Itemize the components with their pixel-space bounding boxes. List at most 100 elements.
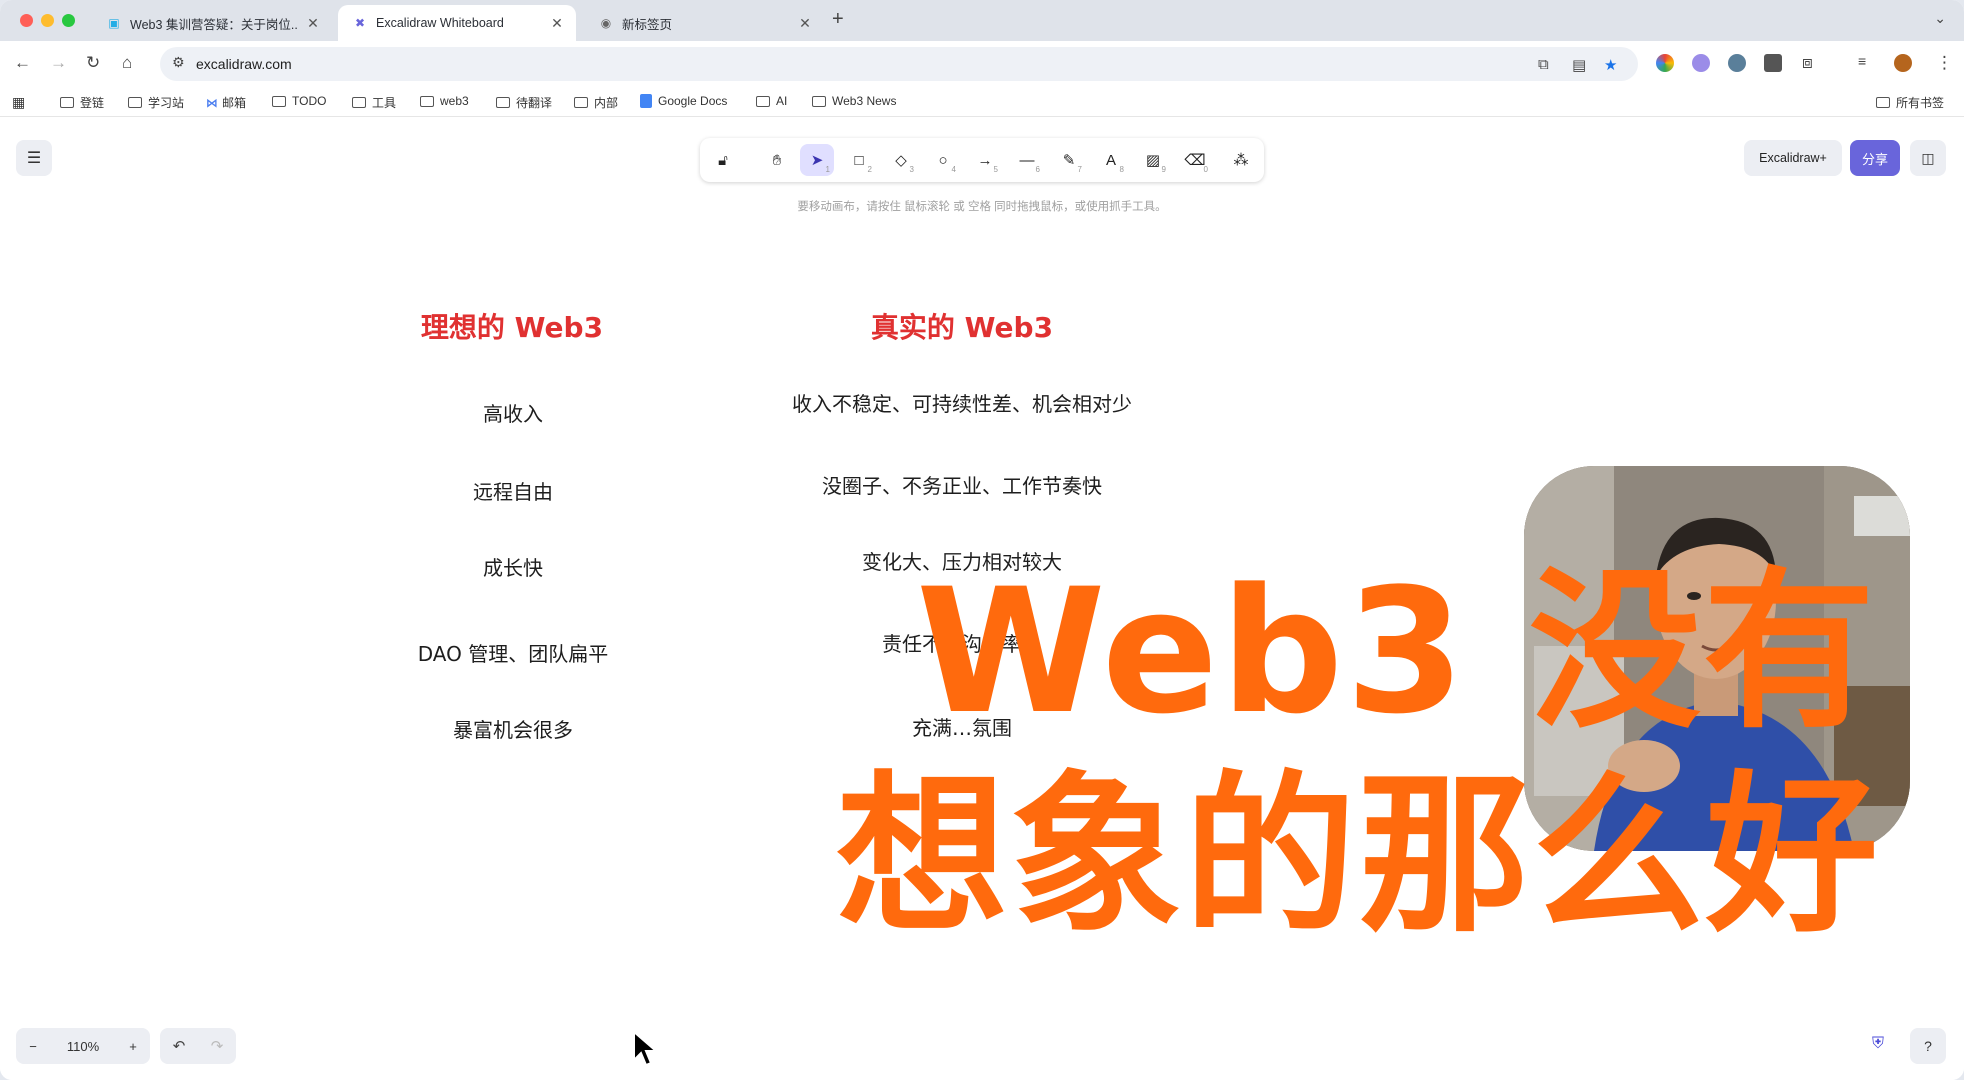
extension-color-icon[interactable] bbox=[1656, 54, 1674, 72]
ellipse-icon: ○ bbox=[938, 151, 948, 169]
address-bar[interactable]: ⚙ excalidraw.com ⧉ ▤ ★ bbox=[160, 47, 1638, 81]
right-heading[interactable]: 真实的 Web3 bbox=[762, 306, 1162, 346]
more-tools-button[interactable]: ⁂ bbox=[1224, 144, 1258, 176]
bookmark-star-icon[interactable]: ★ bbox=[1604, 56, 1617, 74]
redo-icon[interactable]: ↷ bbox=[211, 1037, 224, 1055]
extension-ai-icon[interactable] bbox=[1692, 54, 1710, 72]
selection-tool[interactable]: ➤ 1 bbox=[800, 144, 834, 176]
folder-icon bbox=[574, 97, 588, 108]
install-app-icon[interactable]: ⧉ bbox=[1538, 56, 1549, 73]
undo-redo-controls: ↶ ↷ bbox=[160, 1028, 236, 1064]
image-tool[interactable]: ▨ 9 bbox=[1136, 144, 1170, 176]
bookmark-item[interactable]: TODO bbox=[272, 94, 326, 108]
bookmark-item[interactable]: Web3 News bbox=[812, 94, 896, 108]
excalidraw-plus-button[interactable]: Excalidraw+ bbox=[1744, 140, 1842, 176]
arrow-icon: → bbox=[977, 151, 993, 169]
shortcut-key: 7 bbox=[1077, 165, 1082, 174]
close-tab-icon[interactable]: ✕ bbox=[796, 15, 814, 32]
browser-menu-icon[interactable]: ⋮ bbox=[1936, 53, 1953, 73]
close-tab-icon[interactable]: ✕ bbox=[548, 15, 566, 32]
bookmark-item[interactable]: 学习站 bbox=[128, 94, 184, 111]
left-item[interactable]: 暴富机会很多 bbox=[313, 714, 713, 743]
close-tab-icon[interactable]: ✕ bbox=[304, 15, 322, 32]
forward-arrow-icon[interactable]: → bbox=[50, 53, 67, 73]
zoom-controls: − 110% + bbox=[16, 1028, 150, 1064]
text-tool[interactable]: A8 bbox=[1094, 144, 1128, 176]
zoom-out-button[interactable]: − bbox=[16, 1039, 50, 1054]
close-window-button[interactable] bbox=[20, 14, 33, 27]
back-arrow-icon[interactable]: ← bbox=[14, 53, 31, 73]
zoom-in-button[interactable]: + bbox=[116, 1039, 150, 1054]
library-button[interactable]: ◫ bbox=[1910, 140, 1946, 176]
bookmark-label: 工具 bbox=[372, 96, 397, 110]
bookmark-label: 所有书签 bbox=[1896, 96, 1945, 110]
all-bookmarks[interactable]: 所有书签 bbox=[1876, 94, 1944, 111]
folder-icon bbox=[1876, 97, 1890, 108]
diamond-tool[interactable]: ◇ 3 bbox=[884, 144, 918, 176]
home-icon[interactable]: ⌂ bbox=[122, 53, 132, 73]
zoom-level[interactable]: 110% bbox=[50, 1039, 116, 1054]
undo-icon[interactable]: ↶ bbox=[173, 1037, 186, 1055]
shortcut-key: 0 bbox=[1203, 165, 1208, 174]
lock-tool[interactable]: 🔓︎ bbox=[706, 144, 740, 176]
hand-tool[interactable]: ✋︎ bbox=[760, 144, 794, 176]
bookmark-item[interactable]: 待翻译 bbox=[496, 94, 552, 111]
excalidraw-canvas[interactable]: ☰ 🔓︎ ✋︎ ➤ 1 □ 2 ◇ 3 ○ 4 → 5 —6 ✎ 7 A8 ▨ 9 ⌫ 0 ⁂ … bbox=[0, 118, 1964, 1080]
tab-search-chevron-icon[interactable]: ⌄ bbox=[1934, 10, 1946, 27]
overlay-title-line1: Web3 没有 bbox=[916, 551, 1877, 752]
new-tab-button[interactable]: + bbox=[832, 8, 844, 31]
diamond-icon: ◇ bbox=[895, 152, 907, 169]
tab-new-tab[interactable]: ◉ 新标签页 ✕ bbox=[584, 5, 824, 41]
bookmark-label: 内部 bbox=[594, 96, 619, 110]
share-button[interactable]: 分享 bbox=[1850, 140, 1900, 176]
apps-grid-icon[interactable]: ▦ bbox=[12, 94, 25, 111]
main-menu-button[interactable]: ☰ bbox=[16, 140, 52, 176]
bookmark-item[interactable]: Google Docs bbox=[640, 94, 727, 108]
left-item[interactable]: 高收入 bbox=[313, 398, 713, 427]
profile-avatar[interactable] bbox=[1894, 54, 1912, 72]
shortcut-key: 2 bbox=[867, 165, 872, 174]
left-heading[interactable]: 理想的 Web3 bbox=[312, 306, 712, 346]
right-item[interactable]: 没圈子、不务正业、工作节奏快 bbox=[762, 470, 1162, 499]
line-tool[interactable]: —6 bbox=[1010, 144, 1044, 176]
text-icon: A bbox=[1105, 151, 1116, 169]
maximize-window-button[interactable] bbox=[62, 14, 75, 27]
hand-icon: ✋︎ bbox=[772, 151, 782, 169]
shortcut-key: 6 bbox=[1035, 165, 1040, 174]
pencil-icon: ✎ bbox=[1062, 152, 1076, 169]
bookmark-item[interactable]: 内部 bbox=[574, 94, 618, 111]
tab-bilibili[interactable]: ▣ Web3 集训营答疑：关于岗位.. ✕ bbox=[92, 5, 332, 41]
tab-title: 新标签页 bbox=[622, 17, 673, 32]
shield-icon[interactable]: ⛨ bbox=[1872, 1035, 1884, 1053]
eraser-tool[interactable]: ⌫ 0 bbox=[1178, 144, 1212, 176]
url-text[interactable]: excalidraw.com bbox=[196, 56, 292, 72]
image-icon: ▨ bbox=[1145, 152, 1161, 169]
extensions-puzzle-icon[interactable]: ⧈ bbox=[1802, 53, 1813, 73]
rectangle-icon: □ bbox=[854, 151, 864, 169]
extension-translate-icon[interactable] bbox=[1728, 54, 1746, 72]
bookmark-item[interactable]: 登链 bbox=[60, 94, 104, 111]
bookmark-item[interactable]: 工具 bbox=[352, 94, 396, 111]
bookmark-label: TODO bbox=[292, 94, 327, 108]
arrow-tool[interactable]: → 5 bbox=[968, 144, 1002, 176]
bookmark-item[interactable]: AI bbox=[756, 94, 787, 108]
rectangle-tool[interactable]: □ 2 bbox=[842, 144, 876, 176]
reload-icon[interactable]: ↻ bbox=[86, 53, 100, 73]
minimize-window-button[interactable] bbox=[41, 14, 54, 27]
pencil-tool[interactable]: ✎ 7 bbox=[1052, 144, 1086, 176]
right-item[interactable]: 收入不稳定、可持续性差、机会相对少 bbox=[762, 388, 1162, 417]
page-action-icon[interactable]: ▤ bbox=[1572, 56, 1586, 74]
extension-box-icon[interactable] bbox=[1764, 54, 1782, 72]
shortcut-key: 1 bbox=[825, 165, 830, 174]
left-item[interactable]: 成长快 bbox=[313, 552, 713, 581]
left-item[interactable]: DAO 管理、团队扁平 bbox=[313, 638, 713, 667]
media-controls-icon[interactable]: ≡ bbox=[1858, 53, 1866, 69]
bookmark-item[interactable]: web3 bbox=[420, 94, 469, 108]
ellipse-tool[interactable]: ○ 4 bbox=[926, 144, 960, 176]
tab-excalidraw[interactable]: ✖ Excalidraw Whiteboard ✕ bbox=[338, 5, 576, 41]
left-item[interactable]: 远程自由 bbox=[313, 476, 713, 505]
bookmark-label: web3 bbox=[440, 94, 469, 108]
help-button[interactable]: ? bbox=[1910, 1028, 1946, 1064]
site-settings-icon[interactable]: ⚙ bbox=[172, 54, 185, 71]
bookmark-item[interactable]: ⋈ 邮箱 bbox=[206, 94, 246, 111]
